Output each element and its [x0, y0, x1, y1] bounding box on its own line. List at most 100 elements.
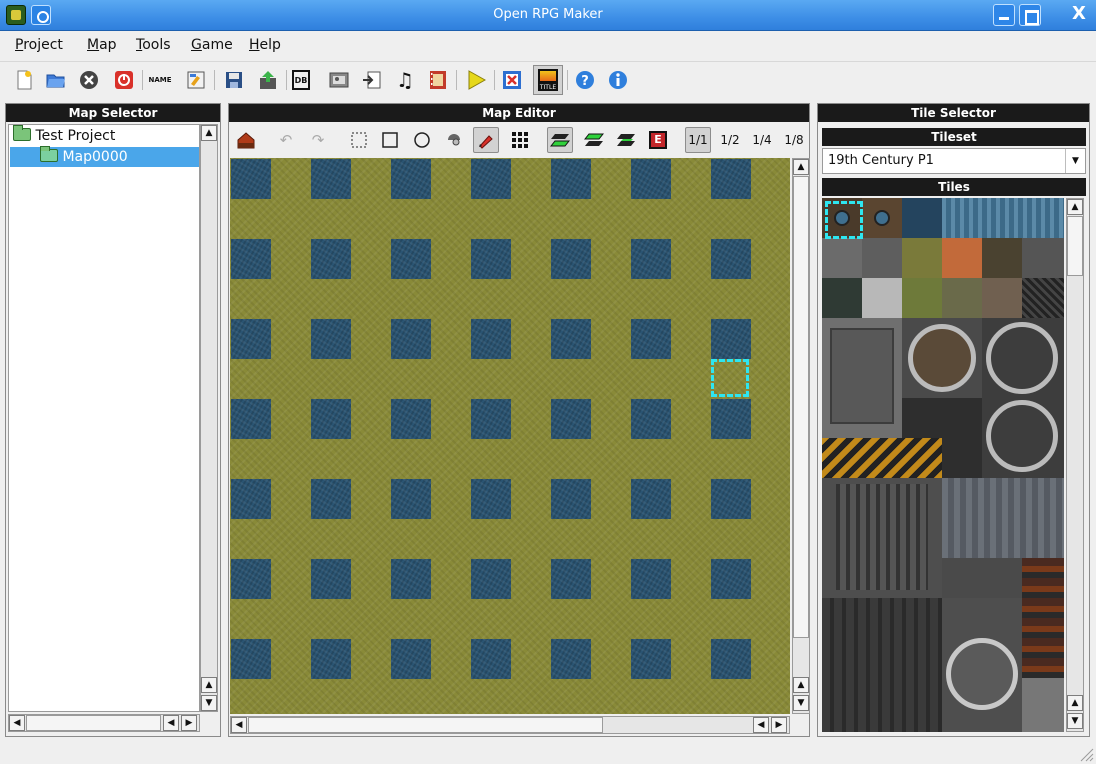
layer-events-icon[interactable] [613, 127, 639, 153]
close-project-icon[interactable] [77, 68, 101, 92]
tile[interactable] [862, 238, 902, 278]
tile[interactable] [902, 278, 942, 318]
zoom-1-2-button[interactable]: 1/2 [717, 127, 743, 153]
maximize-button[interactable] [1019, 4, 1041, 26]
map-horizontal-scrollbar[interactable]: ◀ ◀ ▶ [230, 716, 790, 734]
scroll-down-button[interactable]: ▼ [1067, 713, 1083, 729]
scrollbar-thumb[interactable] [248, 717, 603, 733]
open-project-icon[interactable] [44, 68, 68, 92]
tile[interactable] [982, 238, 1022, 278]
tiles-palette[interactable] [822, 198, 1064, 732]
scroll-left-button[interactable]: ◀ [9, 715, 25, 731]
scroll-down-button[interactable]: ▼ [793, 695, 809, 711]
tile[interactable] [1022, 678, 1064, 732]
menu-project[interactable]: Project [15, 37, 63, 53]
quit-icon[interactable] [112, 68, 136, 92]
scroll-right-button[interactable]: ▶ [771, 717, 787, 733]
zoom-1-8-button[interactable]: 1/8 [781, 127, 807, 153]
tile[interactable] [822, 598, 942, 732]
fullscreen-icon[interactable] [500, 68, 524, 92]
minimize-button[interactable] [993, 4, 1015, 26]
help-icon[interactable]: ? [573, 68, 597, 92]
scroll-down-button[interactable]: ▼ [201, 695, 217, 711]
resize-grip-icon[interactable] [1078, 746, 1094, 762]
tile[interactable] [902, 318, 982, 398]
house-icon[interactable] [233, 127, 259, 153]
title-screen-icon[interactable]: TITLE [533, 65, 563, 95]
tile[interactable] [942, 238, 982, 278]
circle-icon[interactable] [409, 127, 435, 153]
about-icon[interactable] [606, 68, 630, 92]
scrollbar-thumb[interactable] [793, 176, 809, 638]
tile[interactable] [982, 318, 1064, 478]
event-icon[interactable]: E [645, 127, 671, 153]
select-icon[interactable] [346, 127, 372, 153]
tile[interactable] [1022, 278, 1064, 318]
grid-icon[interactable] [507, 127, 533, 153]
zoom-1-4-button[interactable]: 1/4 [749, 127, 775, 153]
close-button[interactable]: X [1068, 4, 1090, 26]
tile[interactable] [942, 478, 1064, 558]
tile[interactable] [942, 598, 1022, 732]
menu-tools[interactable]: Tools [136, 37, 171, 53]
play-game-icon[interactable] [464, 68, 488, 92]
save-icon[interactable] [222, 68, 246, 92]
scroll-left-button[interactable]: ◀ [231, 717, 247, 733]
name-icon[interactable]: NAME [148, 68, 172, 92]
zoom-1-1-button[interactable]: 1/1 [685, 127, 711, 153]
map-vertical-scrollbar[interactable]: ▲ ▲ ▼ [792, 158, 810, 714]
tile[interactable] [942, 558, 1022, 598]
tile[interactable] [862, 278, 902, 318]
tile[interactable] [822, 478, 942, 598]
map-tree-vertical-scrollbar[interactable]: ▲ ▲ ▼ [200, 124, 218, 712]
import-icon[interactable] [360, 68, 384, 92]
tile[interactable] [942, 278, 982, 318]
new-project-icon[interactable] [12, 68, 36, 92]
tile[interactable] [982, 278, 1022, 318]
layer-upper-icon[interactable] [581, 127, 607, 153]
scroll-up-button[interactable]: ▲ [201, 125, 217, 141]
layer-lower-icon[interactable] [547, 127, 573, 153]
tile[interactable] [862, 198, 902, 238]
export-icon[interactable] [256, 68, 280, 92]
tile[interactable] [822, 278, 862, 318]
fill-icon[interactable] [441, 127, 467, 153]
rectangle-icon[interactable] [377, 127, 403, 153]
tile[interactable] [902, 198, 942, 238]
tile[interactable] [822, 238, 862, 278]
scroll-right-button[interactable]: ▶ [181, 715, 197, 731]
chevron-down-icon[interactable]: ▼ [1065, 149, 1085, 173]
tile[interactable] [902, 238, 942, 278]
properties-icon[interactable] [184, 68, 208, 92]
tile[interactable] [822, 438, 942, 478]
music-icon[interactable]: ♫ [393, 68, 417, 92]
redo-icon[interactable]: ↷ [305, 127, 331, 153]
tree-item-map[interactable]: Map0000 [10, 146, 199, 167]
tile[interactable] [942, 198, 1064, 238]
tileset-dropdown[interactable]: 19th Century P1 ▼ [822, 148, 1086, 174]
scrollbar-thumb[interactable] [26, 715, 161, 731]
images-icon[interactable] [327, 68, 351, 92]
menu-game[interactable]: Game [191, 37, 233, 53]
scroll-up-button[interactable]: ▲ [793, 677, 809, 693]
pencil-icon[interactable] [473, 127, 499, 153]
tile[interactable] [1022, 558, 1064, 678]
undo-icon[interactable]: ↶ [273, 127, 299, 153]
tree-item-project[interactable]: Test Project [9, 125, 115, 146]
database-icon[interactable]: DB [292, 70, 310, 90]
scroll-up-button[interactable]: ▲ [1067, 199, 1083, 215]
map-tree-horizontal-scrollbar[interactable]: ◀ ◀ ▶ [8, 714, 200, 732]
menu-help[interactable]: Help [249, 37, 281, 53]
tile[interactable] [1022, 238, 1064, 278]
film-icon[interactable] [426, 68, 450, 92]
scroll-up-button[interactable]: ▲ [1067, 695, 1083, 711]
tiles-vertical-scrollbar[interactable]: ▲ ▲ ▼ [1066, 198, 1084, 732]
map-canvas[interactable] [230, 158, 790, 714]
scroll-up-button[interactable]: ▲ [793, 159, 809, 175]
scrollbar-thumb[interactable] [1067, 216, 1083, 276]
scroll-left-button[interactable]: ◀ [163, 715, 179, 731]
scroll-up-button[interactable]: ▲ [201, 677, 217, 693]
tile[interactable] [822, 318, 902, 438]
scroll-left-button[interactable]: ◀ [753, 717, 769, 733]
menu-map[interactable]: Map [87, 37, 117, 53]
